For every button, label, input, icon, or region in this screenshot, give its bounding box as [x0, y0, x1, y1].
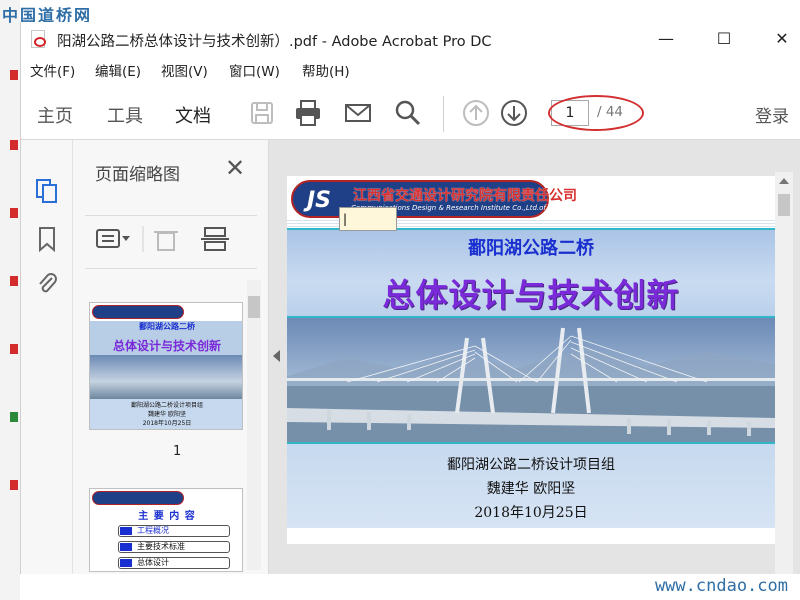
- print-icon[interactable]: [293, 98, 323, 128]
- delete-page-icon[interactable]: [154, 231, 178, 251]
- toolbar-divider: [443, 96, 444, 132]
- previous-page-icon[interactable]: [461, 98, 491, 128]
- footer-band: 鄱阳湖公路二桥设计项目组 魏建华 欧阳坚 2018年10月25日: [287, 442, 775, 528]
- slide-subtitle: 鄱阳湖公路二桥: [468, 238, 594, 259]
- panel-divider: [85, 268, 257, 269]
- navigation-rail: [21, 140, 73, 574]
- bridge-photo: [287, 318, 775, 442]
- desktop-file-icon[interactable]: [10, 344, 18, 354]
- desktop-background: [0, 0, 20, 600]
- main-toolbar: 主页 工具 文档 1 / 44 登录: [21, 88, 800, 144]
- slide-title: 总体设计与技术创新: [382, 276, 680, 314]
- email-icon[interactable]: [343, 98, 373, 128]
- thumb-team: 鄱阳湖公路二桥设计项目组: [130, 402, 203, 409]
- company-name-cn: 江西省交通设计研究院有限责任公司: [353, 188, 577, 204]
- pdf-page: JS 江西省交通设计研究院有限责任公司 Communications Desig…: [287, 176, 775, 544]
- extract-pages-icon[interactable]: [201, 227, 229, 251]
- desktop-file-icon[interactable]: [10, 140, 18, 150]
- document-scrollbar[interactable]: [775, 172, 793, 574]
- maximize-button[interactable]: ☐: [709, 26, 739, 52]
- thumb2-item: 主要技术标准: [118, 541, 230, 553]
- pdf-app-icon: [31, 30, 46, 48]
- desktop-file-icon[interactable]: [10, 70, 18, 80]
- options-icon[interactable]: [96, 229, 130, 248]
- tab-home[interactable]: 主页: [37, 102, 73, 128]
- search-icon[interactable]: [393, 98, 423, 128]
- band-divider: [287, 442, 775, 444]
- close-panel-icon[interactable]: ✕: [225, 154, 245, 182]
- thumb2-item: 总体设计: [118, 557, 230, 569]
- thumb2-heading: 主 要 内 容: [138, 511, 196, 522]
- company-logo: JS 江西省交通设计研究院有限责任公司 Communications Desig…: [291, 180, 591, 218]
- thumbnails-scrollbar[interactable]: [247, 280, 261, 570]
- menu-bar: 文件(F) 编辑(E) 视图(V) 窗口(W) 帮助(H): [21, 56, 800, 82]
- authors: 魏建华 欧阳坚: [486, 481, 576, 497]
- collapse-panel-icon[interactable]: [273, 350, 280, 362]
- attachment-icon[interactable]: [35, 270, 59, 296]
- logo-mark: JS: [307, 188, 332, 213]
- thumbnail-page-number: 1: [173, 444, 182, 459]
- desktop-file-icon[interactable]: [10, 480, 18, 490]
- acrobat-window: 阳湖公路二桥总体设计与技术创新）.pdf - Adobe Acrobat Pro…: [20, 22, 800, 574]
- text-cursor-box[interactable]: |: [339, 207, 397, 231]
- thumb2-item: 工程概况: [118, 525, 230, 537]
- thumbnail-tools: [96, 226, 229, 252]
- menu-help[interactable]: 帮助(H): [302, 60, 350, 80]
- site-url-watermark: www.cndao.com: [654, 576, 788, 596]
- thumbnail-page-2[interactable]: 主 要 内 容 工程概况 主要技术标准 总体设计: [89, 488, 243, 572]
- desktop-file-icon[interactable]: [10, 276, 18, 286]
- annotation-ellipse: [548, 95, 644, 131]
- save-icon[interactable]: [247, 98, 277, 128]
- thumbnail-page-1[interactable]: 鄱阳湖公路二桥 总体设计与技术创新 鄱阳湖公路二桥设计项目组 魏建华 欧阳坚 2…: [89, 302, 243, 430]
- bookmark-icon[interactable]: [35, 226, 59, 252]
- scrollbar-thumb[interactable]: [248, 296, 260, 318]
- menu-window[interactable]: 窗口(W): [229, 60, 280, 80]
- minimize-button[interactable]: —: [651, 26, 681, 52]
- desktop-file-icon[interactable]: [10, 412, 18, 422]
- menu-edit[interactable]: 编辑(E): [95, 60, 141, 80]
- scroll-up-icon[interactable]: [779, 178, 789, 184]
- bridge-illustration: [287, 327, 775, 442]
- panel-divider: [85, 215, 257, 216]
- menu-file[interactable]: 文件(F): [30, 60, 75, 80]
- thumb-authors: 魏建华 欧阳坚: [148, 411, 186, 418]
- title-bar: 阳湖公路二桥总体设计与技术创新）.pdf - Adobe Acrobat Pro…: [21, 22, 800, 56]
- window-title: 阳湖公路二桥总体设计与技术创新）.pdf - Adobe Acrobat Pro…: [57, 34, 492, 50]
- thumbnails-title: 页面缩略图: [95, 165, 180, 185]
- screenshot-root: 中国道桥网 阳湖公路二桥总体设计与技术创新）.pdf - Adobe Acrob…: [0, 0, 800, 600]
- login-button[interactable]: 登录: [755, 102, 789, 127]
- tab-document[interactable]: 文档: [175, 102, 211, 144]
- presentation-date: 2018年10月25日: [474, 505, 588, 521]
- scrollbar-thumb[interactable]: [778, 194, 790, 216]
- next-page-icon[interactable]: [499, 98, 529, 128]
- thumb-date: 2018年10月25日: [142, 420, 192, 427]
- desktop-file-icon[interactable]: [10, 208, 18, 218]
- document-view[interactable]: JS 江西省交通设计研究院有限责任公司 Communications Desig…: [269, 140, 800, 574]
- thumb-title: 总体设计与技术创新: [112, 339, 221, 353]
- tab-tools[interactable]: 工具: [107, 102, 143, 128]
- title-band: 鄱阳湖公路二桥 总体设计与技术创新: [287, 228, 775, 318]
- thumbnails-panel: 页面缩略图 ✕ 鄱阳湖公路二桥 总体设计与技术创新 鄱阳湖公路二桥设计项目组 魏…: [73, 140, 269, 574]
- thumb-subtitle: 鄱阳湖公路二桥: [139, 322, 195, 331]
- menu-view[interactable]: 视图(V): [161, 60, 208, 80]
- page-thumbnails-icon[interactable]: [35, 178, 59, 204]
- project-team: 鄱阳湖公路二桥设计项目组: [447, 457, 615, 473]
- close-button[interactable]: ✕: [767, 26, 797, 52]
